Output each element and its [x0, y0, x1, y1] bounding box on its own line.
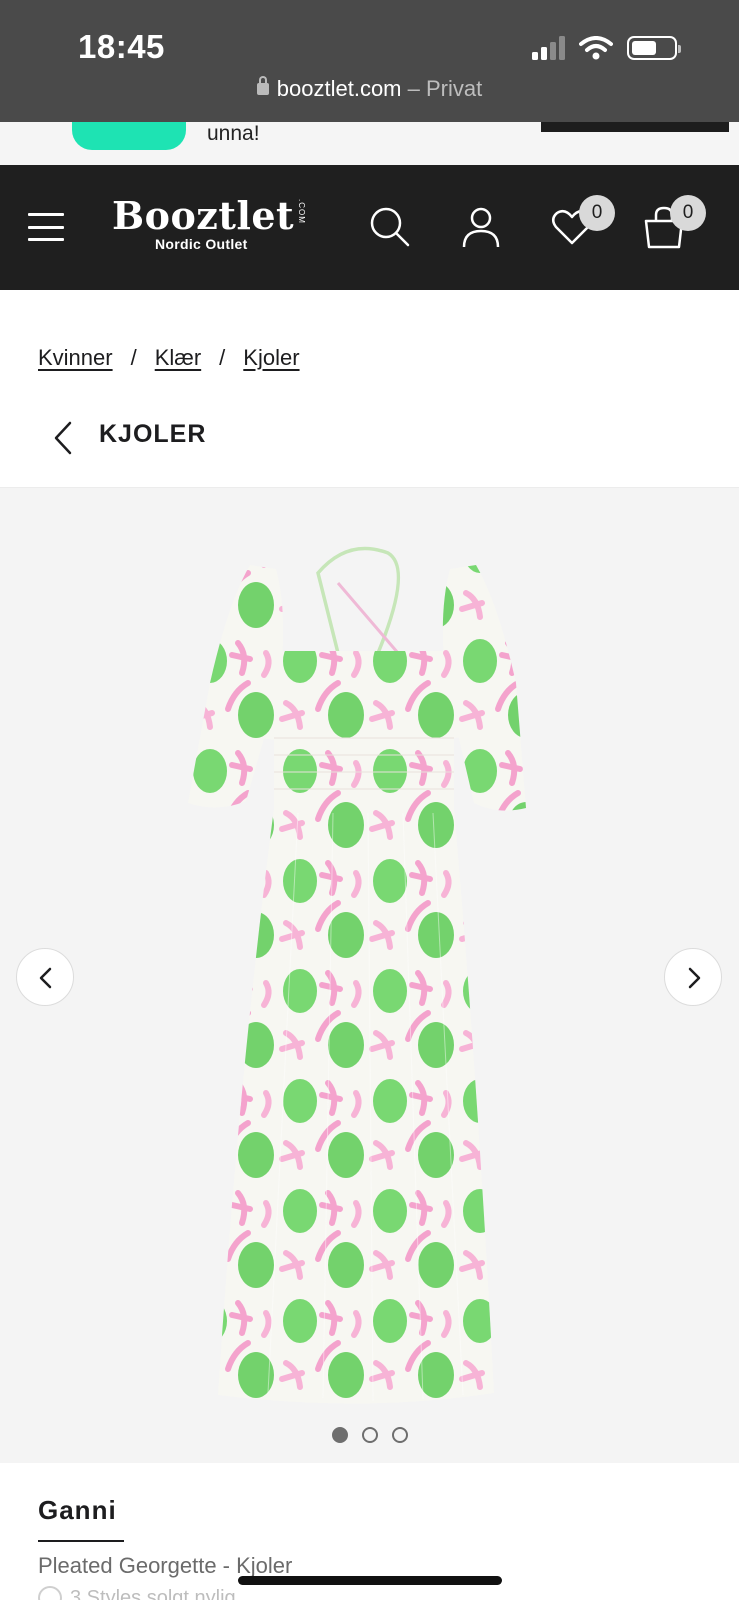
promo-dark-button[interactable]	[541, 122, 729, 132]
breadcrumb-separator: /	[219, 345, 226, 370]
gallery-dot[interactable]	[331, 1427, 348, 1443]
signal-icon	[532, 36, 565, 60]
product-image-gallery[interactable]	[0, 487, 739, 1463]
eye-icon	[38, 1586, 62, 1600]
menu-icon[interactable]	[28, 213, 64, 241]
brand-underline	[38, 1540, 124, 1542]
site-header: Booztlet .COM Nordic Outlet 0 0	[0, 165, 739, 290]
wifi-icon	[579, 36, 613, 60]
chevron-right-icon	[688, 967, 701, 989]
category-title: KJOLER	[99, 420, 207, 448]
chevron-left-icon	[39, 967, 52, 989]
gallery-next-button[interactable]	[664, 948, 722, 1006]
private-mode-label: – Privat	[401, 76, 483, 101]
breadcrumb-link-kvinner[interactable]: Kvinner	[38, 345, 113, 371]
battery-icon	[627, 36, 681, 60]
breadcrumb: Kvinner / Klær / Kjoler	[38, 345, 300, 371]
cart-count-badge: 0	[670, 195, 706, 231]
site-logo[interactable]: Booztlet .COM Nordic Outlet	[112, 193, 306, 252]
logo-wordmark: Booztlet	[112, 193, 295, 238]
search-icon[interactable]	[368, 205, 412, 249]
breadcrumb-link-klaer[interactable]: Klær	[155, 345, 201, 371]
clock: 18:45	[78, 28, 165, 65]
product-image-dress	[188, 546, 526, 1404]
gallery-prev-button[interactable]	[16, 948, 74, 1006]
category-back-row[interactable]: KJOLER	[0, 410, 739, 468]
sold-recently-text: 3 Styles solgt nylig	[70, 1586, 236, 1600]
sold-recently-indicator: 3 Styles solgt nylig	[38, 1586, 236, 1600]
chevron-left-icon[interactable]	[50, 420, 76, 456]
wishlist-count-badge: 0	[579, 195, 615, 231]
status-icons	[532, 36, 681, 60]
gallery-dot[interactable]	[391, 1427, 408, 1443]
breadcrumb-separator: /	[130, 345, 137, 370]
logo-subtitle: Nordic Outlet	[155, 236, 248, 252]
logo-tld: .COM	[297, 199, 307, 224]
home-indicator[interactable]	[238, 1576, 502, 1585]
promo-text: unna!	[207, 122, 260, 145]
promo-pill-button[interactable]	[72, 122, 186, 150]
product-brand[interactable]: Ganni	[38, 1495, 117, 1526]
account-icon[interactable]	[459, 205, 503, 249]
address-bar[interactable]: booztlet.com – Privat	[0, 76, 739, 102]
ios-status-bar: 18:45 booztlet.com – Privat	[0, 0, 739, 122]
url-domain: booztlet.com	[276, 76, 402, 101]
gallery-pagination	[0, 1427, 739, 1443]
gallery-dot[interactable]	[361, 1427, 378, 1443]
promo-banner: unna!	[0, 122, 739, 165]
lock-icon	[256, 76, 269, 95]
breadcrumb-link-kjoler[interactable]: Kjoler	[243, 345, 299, 371]
